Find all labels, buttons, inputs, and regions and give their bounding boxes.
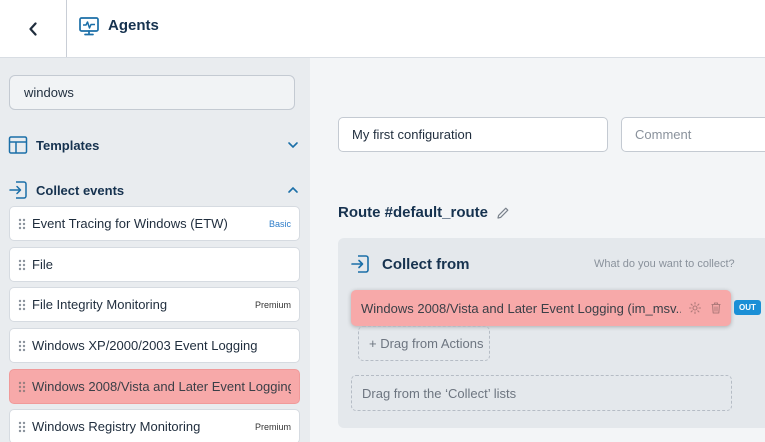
source-item-label: Windows 2008/Vista and Later Event Loggi…	[361, 300, 681, 316]
collect-icon	[351, 255, 369, 273]
config-name-input[interactable]	[338, 117, 608, 152]
chevron-down-icon	[288, 142, 298, 149]
drag-from-collect-label: Drag from the ‘Collect’ lists	[362, 385, 517, 401]
collect-item-registry[interactable]: Windows Registry Monitoring Premium	[9, 409, 300, 442]
collect-title: Collect from	[382, 256, 470, 273]
collect-item-file[interactable]: File	[9, 247, 300, 282]
pencil-icon[interactable]	[496, 206, 510, 220]
collect-item-label: File Integrity Monitoring	[32, 297, 168, 312]
sidebar: Templates Collect events Event Tracing f…	[0, 58, 310, 442]
drag-from-collect-zone[interactable]: Drag from the ‘Collect’ lists	[351, 375, 732, 411]
search-input[interactable]	[9, 75, 295, 110]
collect-item-etw[interactable]: Event Tracing for Windows (ETW) Basic	[9, 206, 300, 241]
route-heading: Route #default_route	[338, 204, 510, 221]
collect-item-label: Windows Registry Monitoring	[32, 419, 201, 434]
collect-item-label: Windows 2008/Vista and Later Event Loggi…	[32, 379, 291, 394]
premium-badge: Premium	[254, 299, 291, 310]
templates-icon	[8, 136, 28, 154]
collect-item-label: File	[32, 257, 53, 272]
page-title: Agents	[108, 17, 159, 34]
section-collect-events[interactable]: Collect events	[8, 178, 300, 202]
comment-input[interactable]	[621, 117, 765, 152]
collect-from-card: Collect from What do you want to collect…	[338, 238, 765, 428]
route-title: Route #default_route	[338, 204, 489, 221]
source-item-win2008-eventlog[interactable]: Windows 2008/Vista and Later Event Loggi…	[351, 290, 731, 326]
drag-handle-icon	[18, 381, 26, 392]
chevron-up-icon	[288, 186, 298, 193]
out-badge: OUT	[734, 300, 761, 315]
drag-handle-icon	[18, 259, 26, 270]
main-panel: Route #default_route Collect from What d…	[310, 58, 765, 442]
top-bar: Agents	[0, 0, 765, 58]
section-templates-label: Templates	[36, 137, 100, 153]
drag-handle-icon	[18, 340, 26, 351]
drag-handle-icon	[18, 421, 26, 432]
collect-item-fim[interactable]: File Integrity Monitoring Premium	[9, 287, 300, 322]
chevron-left-icon	[29, 21, 37, 36]
collect-item-win2008-eventlog[interactable]: Windows 2008/Vista and Later Event Loggi…	[9, 369, 300, 404]
collect-item-label: Event Tracing for Windows (ETW)	[32, 216, 228, 231]
basic-badge: Basic	[268, 218, 291, 229]
premium-badge: Premium	[254, 421, 291, 432]
drag-handle-icon	[18, 299, 26, 310]
monitor-pulse-icon	[79, 17, 99, 36]
trash-icon[interactable]	[709, 301, 723, 315]
header-divider	[66, 0, 67, 57]
collect-item-label: Windows XP/2000/2003 Event Logging	[32, 338, 258, 353]
back-button[interactable]	[0, 0, 66, 57]
section-templates[interactable]: Templates	[8, 133, 300, 157]
drag-from-actions-zone[interactable]: + Drag from Actions	[358, 326, 490, 361]
section-collect-events-label: Collect events	[36, 182, 125, 198]
collect-item-winxp-eventlog[interactable]: Windows XP/2000/2003 Event Logging	[9, 328, 300, 363]
gear-icon[interactable]	[688, 301, 702, 315]
collect-events-icon	[9, 181, 27, 199]
drag-handle-icon	[18, 218, 26, 229]
drag-from-actions-label: + Drag from Actions	[369, 336, 484, 351]
collect-hint: What do you want to collect?	[594, 258, 735, 270]
